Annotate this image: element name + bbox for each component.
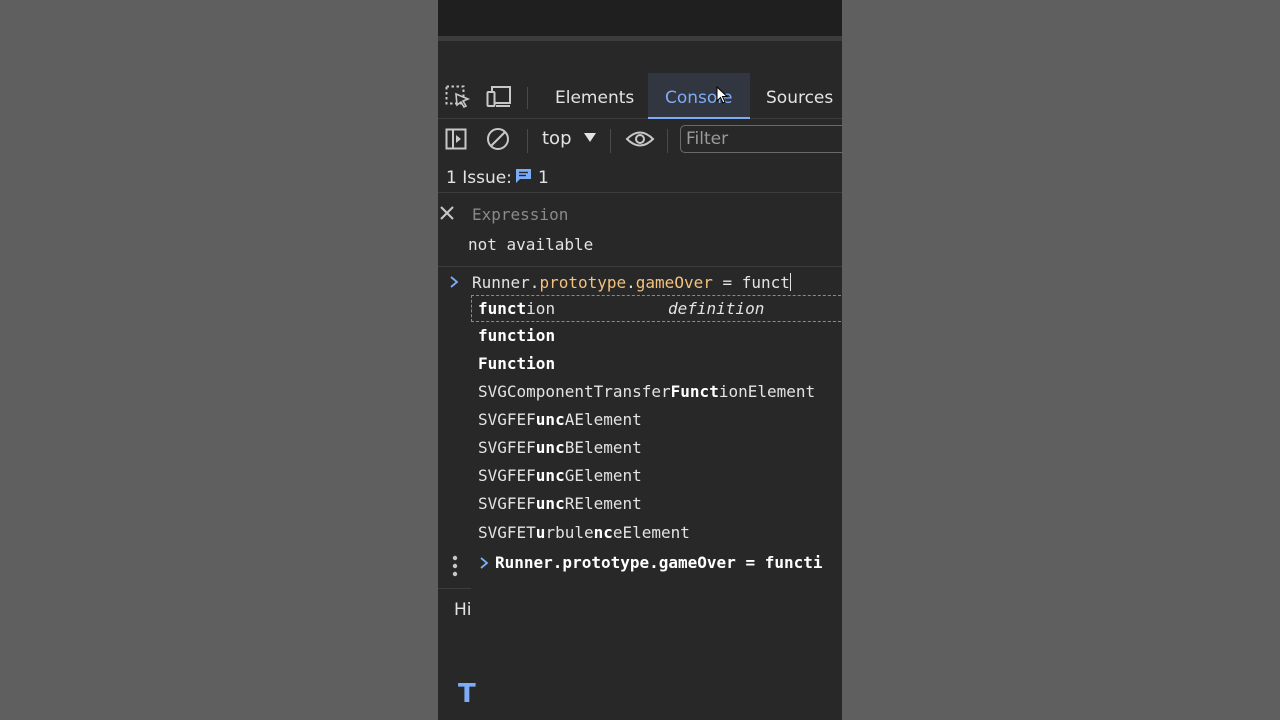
toolbar-divider bbox=[610, 129, 611, 153]
context-selector[interactable]: top bbox=[542, 128, 572, 149]
autocomplete-item[interactable]: function definition bbox=[471, 295, 842, 322]
devtools-panel: Elements Console Sources top Filter 1 Is… bbox=[438, 0, 842, 720]
autocomplete-item[interactable]: Function bbox=[471, 350, 842, 378]
devtools-tabbar: Elements Console Sources bbox=[438, 73, 842, 119]
toolbar-divider bbox=[527, 129, 528, 153]
divider bbox=[438, 266, 842, 267]
tab-console[interactable]: Console bbox=[648, 73, 750, 119]
autocomplete-item[interactable]: SVGFEFuncAElement bbox=[471, 406, 842, 434]
autocomplete-item[interactable]: function bbox=[471, 322, 842, 350]
autocomplete-item[interactable]: SVGFETurbulenceElement bbox=[471, 519, 842, 547]
drawer-heading: T bbox=[458, 679, 476, 709]
filter-input[interactable]: Filter bbox=[680, 125, 842, 153]
message-icon bbox=[516, 169, 531, 183]
inspect-element-icon[interactable] bbox=[445, 85, 471, 109]
console-input[interactable]: Runner.prototype.gameOver = funct bbox=[472, 273, 791, 292]
autocomplete-item[interactable]: SVGFEFuncGElement bbox=[471, 462, 842, 490]
autocomplete-preview: Runner.prototype.gameOver = functi bbox=[471, 549, 842, 577]
autocomplete-hint: definition bbox=[668, 299, 765, 318]
right-backdrop bbox=[842, 0, 1280, 720]
tabbar-divider bbox=[527, 87, 528, 109]
tab-sources[interactable]: Sources bbox=[756, 73, 842, 119]
issues-count: 1 bbox=[538, 168, 549, 188]
live-expression-input[interactable]: Expression bbox=[472, 205, 568, 224]
live-expression-value: not available bbox=[468, 235, 594, 254]
drawer-tab[interactable]: Hi bbox=[454, 600, 472, 620]
mouse-cursor-icon bbox=[716, 86, 728, 104]
issues-bar[interactable]: 1 Issue: 1 bbox=[438, 161, 842, 193]
autocomplete-list: function definition function Function SVG… bbox=[471, 295, 842, 720]
issues-label: 1 Issue: bbox=[446, 168, 512, 188]
tab-elements[interactable]: Elements bbox=[545, 73, 644, 119]
autocomplete-item[interactable]: SVGComponentTransferFunctionElement bbox=[471, 378, 842, 406]
input-dot: . bbox=[626, 273, 636, 292]
page-viewport bbox=[438, 0, 842, 36]
chevron-down-icon[interactable] bbox=[584, 133, 596, 142]
input-rest: = funct bbox=[712, 273, 790, 292]
input-method: gameOver bbox=[635, 273, 713, 292]
sidebar-toggle-icon[interactable] bbox=[445, 128, 467, 150]
autocomplete-item[interactable]: SVGFEFuncBElement bbox=[471, 434, 842, 462]
prompt-chevron-icon bbox=[450, 276, 459, 288]
clear-console-icon[interactable] bbox=[486, 127, 510, 151]
drawer-divider bbox=[438, 588, 471, 589]
text-caret bbox=[789, 273, 791, 291]
toolbar-divider bbox=[667, 129, 668, 153]
chevron-right-icon bbox=[480, 557, 489, 569]
autocomplete-item[interactable]: SVGFEFuncRElement bbox=[471, 490, 842, 518]
input-object: Runner. bbox=[472, 273, 540, 292]
devtools-header bbox=[438, 41, 842, 73]
input-prototype: prototype bbox=[539, 273, 627, 292]
eye-icon[interactable] bbox=[625, 129, 655, 149]
device-toolbar-icon[interactable] bbox=[486, 85, 512, 109]
more-options-icon[interactable] bbox=[450, 554, 460, 578]
console-toolbar: top Filter bbox=[438, 119, 842, 161]
preview-text: Runner.prototype.gameOver = functi bbox=[495, 553, 823, 572]
close-icon[interactable] bbox=[438, 204, 456, 222]
left-backdrop bbox=[0, 0, 438, 720]
